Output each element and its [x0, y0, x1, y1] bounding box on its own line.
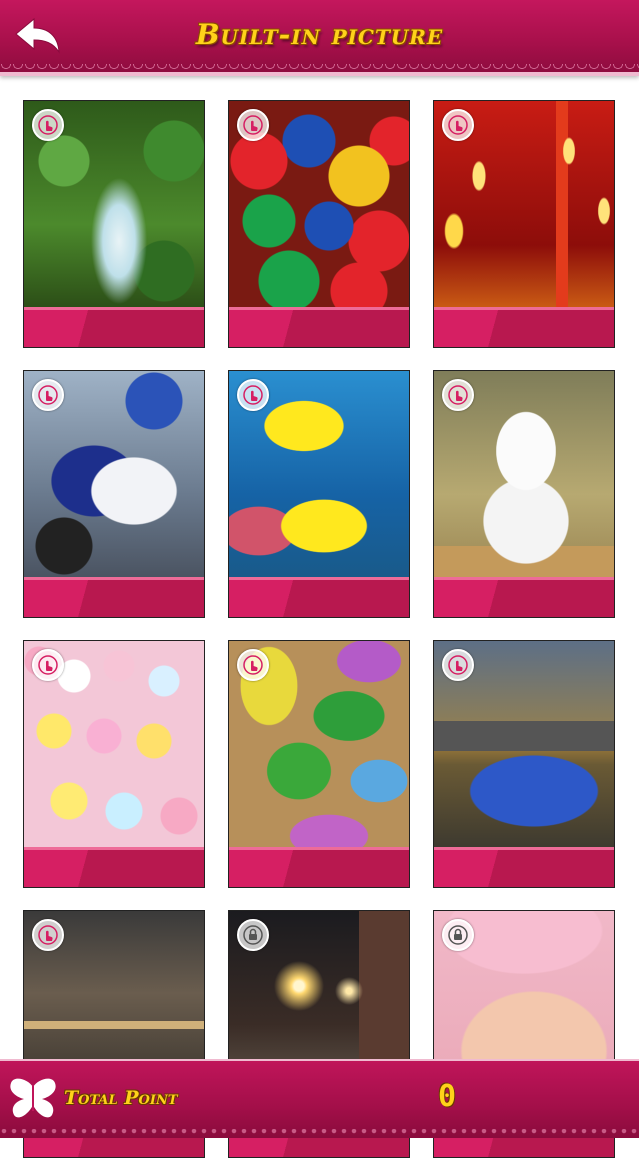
picture-card-christmas-candles[interactable] [433, 100, 615, 348]
picture-card-sweets[interactable] [23, 640, 205, 888]
picture-card-yellow-fish[interactable] [228, 370, 410, 618]
card-band [434, 307, 614, 347]
tap-hand-icon [32, 649, 64, 681]
tap-hand-icon [442, 649, 474, 681]
card-band [434, 847, 614, 887]
card-band [229, 307, 409, 347]
card-band [229, 577, 409, 617]
card-band [24, 847, 204, 887]
card-band [434, 577, 614, 617]
tap-hand-icon [32, 379, 64, 411]
tap-hand-icon [237, 379, 269, 411]
picture-card-forest-stream[interactable] [23, 100, 205, 348]
lock-icon [442, 919, 474, 951]
total-point-label: Total Point [64, 1087, 178, 1109]
picture-card-motorcycle[interactable] [23, 370, 205, 618]
page-title: Built-in picture [195, 18, 444, 51]
picture-grid [0, 0, 639, 1158]
header-bar: Built-in picture [0, 0, 639, 76]
header-divider [0, 72, 639, 76]
picture-card-easter-eggs[interactable] [228, 640, 410, 888]
footer-bar: Total Point 0 [0, 1059, 639, 1138]
header-trim [0, 64, 639, 70]
picture-card-blue-car[interactable] [433, 640, 615, 888]
tap-hand-icon [442, 379, 474, 411]
lock-icon [237, 919, 269, 951]
picture-card-white-puppy[interactable] [433, 370, 615, 618]
tap-hand-icon [442, 109, 474, 141]
butterfly-icon [10, 1078, 56, 1118]
tap-hand-icon [237, 109, 269, 141]
total-point-value: 0 [437, 1079, 457, 1114]
footer-trim [0, 1129, 639, 1134]
card-band [24, 307, 204, 347]
tap-hand-icon [32, 109, 64, 141]
card-band [229, 847, 409, 887]
tap-hand-icon [237, 649, 269, 681]
picture-card-candies[interactable] [228, 100, 410, 348]
tap-hand-icon [32, 919, 64, 951]
card-band [24, 577, 204, 617]
